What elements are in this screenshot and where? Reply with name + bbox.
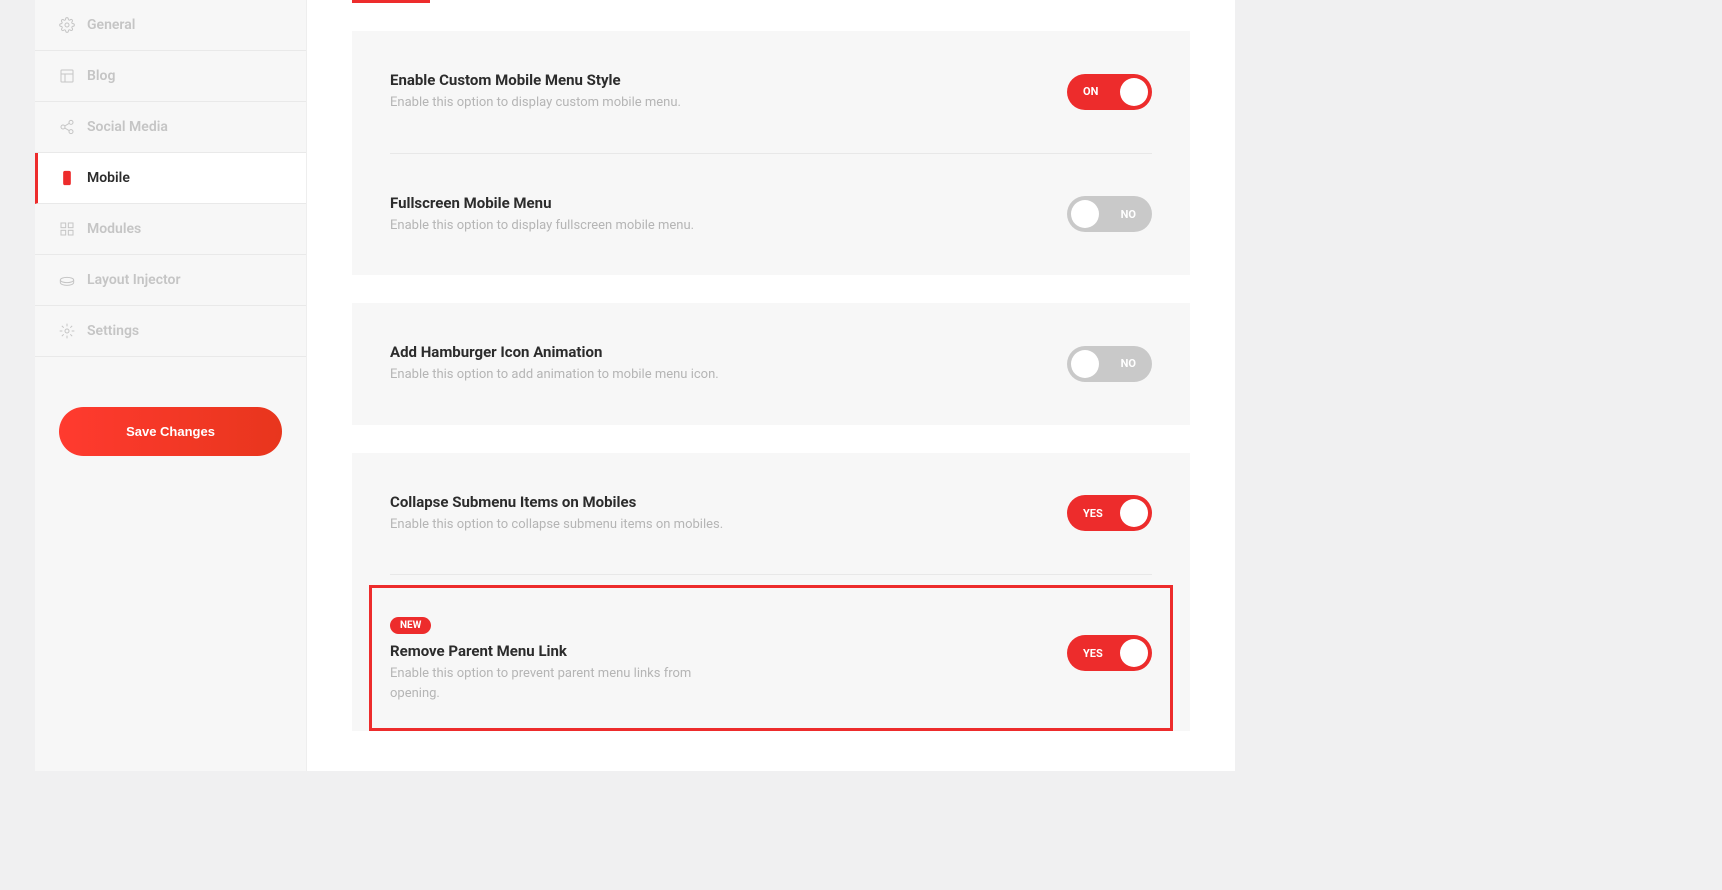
- sidebar-item-mobile[interactable]: Mobile: [35, 153, 306, 204]
- setting-remove-parent-link: NEW Remove Parent Menu Link Enable this …: [369, 585, 1173, 731]
- toggle-thumb: [1120, 639, 1148, 667]
- sidebar-item-label: Layout Injector: [87, 272, 181, 288]
- toggle-label: YES: [1067, 507, 1119, 520]
- toggle-label: ON: [1067, 85, 1114, 98]
- sidebar-item-social-media[interactable]: Social Media: [35, 102, 306, 153]
- new-badge: NEW: [390, 617, 431, 634]
- setting-custom-mobile-menu-style: Enable Custom Mobile Menu Style Enable t…: [390, 31, 1152, 154]
- setting-title: Enable Custom Mobile Menu Style: [390, 71, 730, 89]
- mobile-icon: [59, 170, 75, 186]
- sidebar-item-label: General: [87, 17, 135, 33]
- grid-icon: [59, 68, 75, 84]
- sidebar-item-label: Mobile: [87, 170, 130, 186]
- setting-info: Enable Custom Mobile Menu Style Enable t…: [390, 71, 730, 113]
- sidebar-item-label: Social Media: [87, 119, 168, 135]
- setting-fullscreen-mobile-menu: Fullscreen Mobile Menu Enable this optio…: [390, 154, 1152, 276]
- toggle-remove-parent-link[interactable]: YES: [1067, 635, 1152, 671]
- sidebar: General Blog Social Media Mobile: [35, 0, 307, 771]
- setting-title: Collapse Submenu Items on Mobiles: [390, 493, 730, 511]
- toggle-thumb: [1120, 78, 1148, 106]
- settings-panel: General Blog Social Media Mobile: [35, 0, 1235, 771]
- settings-group: Enable Custom Mobile Menu Style Enable t…: [352, 31, 1190, 275]
- toggle-collapse-submenu[interactable]: YES: [1067, 495, 1152, 531]
- sidebar-item-label: Settings: [87, 323, 139, 339]
- gear-icon: [59, 17, 75, 33]
- sidebar-item-blog[interactable]: Blog: [35, 51, 306, 102]
- toggle-label: NO: [1105, 357, 1152, 370]
- sidebar-item-general[interactable]: General: [35, 0, 306, 51]
- setting-collapse-submenu: Collapse Submenu Items on Mobiles Enable…: [390, 453, 1152, 576]
- setting-info: NEW Remove Parent Menu Link Enable this …: [390, 613, 730, 703]
- toggle-thumb: [1071, 200, 1099, 228]
- setting-desc: Enable this option to prevent parent men…: [390, 664, 730, 703]
- toggle-fullscreen-mobile-menu[interactable]: NO: [1067, 196, 1152, 232]
- sidebar-item-settings[interactable]: Settings: [35, 306, 306, 357]
- settings-group: Add Hamburger Icon Animation Enable this…: [352, 303, 1190, 425]
- save-changes-button[interactable]: Save Changes: [59, 407, 282, 456]
- setting-info: Collapse Submenu Items on Mobiles Enable…: [390, 493, 730, 535]
- setting-title: Fullscreen Mobile Menu: [390, 194, 730, 212]
- setting-info: Fullscreen Mobile Menu Enable this optio…: [390, 194, 730, 236]
- setting-hamburger-animation: Add Hamburger Icon Animation Enable this…: [390, 303, 1152, 425]
- content-area: Enable Custom Mobile Menu Style Enable t…: [307, 0, 1235, 771]
- sidebar-item-layout-injector[interactable]: Layout Injector: [35, 255, 306, 306]
- sidebar-item-label: Modules: [87, 221, 141, 237]
- toggle-hamburger-animation[interactable]: NO: [1067, 346, 1152, 382]
- toggle-label: NO: [1105, 208, 1152, 221]
- active-tab-indicator: [352, 0, 430, 3]
- setting-desc: Enable this option to display custom mob…: [390, 93, 730, 113]
- share-icon: [59, 119, 75, 135]
- layout-icon: [59, 272, 75, 288]
- toggle-label: YES: [1067, 647, 1119, 660]
- setting-info: Add Hamburger Icon Animation Enable this…: [390, 343, 730, 385]
- sidebar-item-modules[interactable]: Modules: [35, 204, 306, 255]
- setting-desc: Enable this option to add animation to m…: [390, 365, 730, 385]
- cog-icon: [59, 323, 75, 339]
- setting-title: Remove Parent Menu Link: [390, 642, 730, 660]
- toggle-thumb: [1120, 499, 1148, 527]
- modules-icon: [59, 221, 75, 237]
- toggle-custom-mobile-menu[interactable]: ON: [1067, 74, 1152, 110]
- setting-desc: Enable this option to display fullscreen…: [390, 216, 730, 236]
- setting-title: Add Hamburger Icon Animation: [390, 343, 730, 361]
- settings-group: Collapse Submenu Items on Mobiles Enable…: [352, 453, 1190, 732]
- sidebar-item-label: Blog: [87, 68, 115, 84]
- setting-desc: Enable this option to collapse submenu i…: [390, 515, 730, 535]
- toggle-thumb: [1071, 350, 1099, 378]
